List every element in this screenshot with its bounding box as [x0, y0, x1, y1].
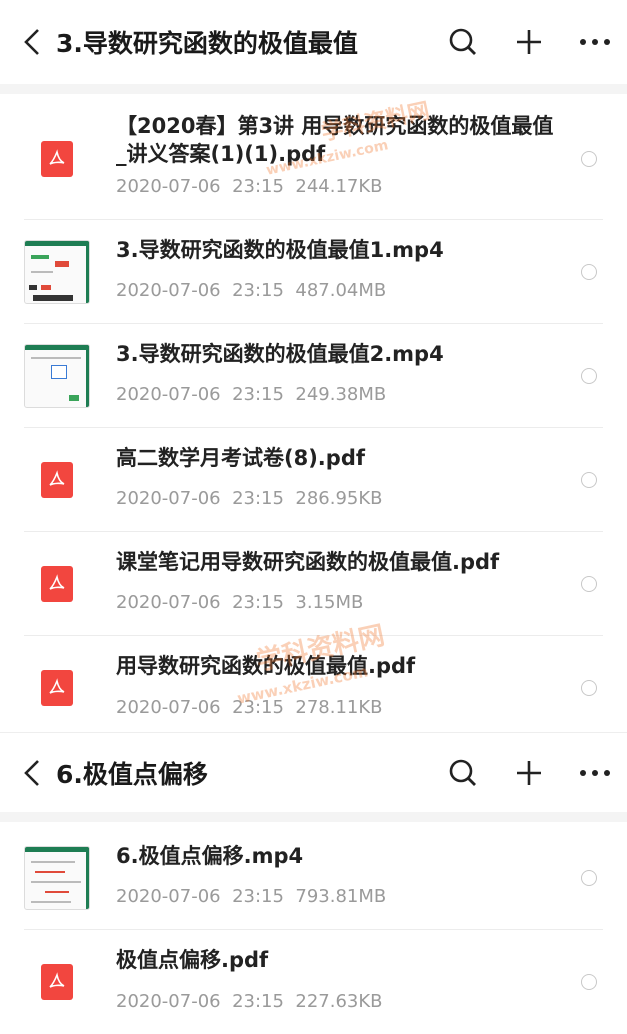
file-thumbnail [24, 447, 90, 513]
plus-icon[interactable] [509, 22, 549, 62]
file-thumbnail [24, 343, 90, 409]
file-name: 用导数研究函数的极值最值.pdf [116, 654, 416, 678]
pdf-icon [41, 565, 73, 602]
folder-title: 6.极值点偏移 [56, 760, 208, 789]
file-meta: 2020-07-06 23:15 286.95KB [116, 488, 383, 509]
select-radio[interactable] [581, 367, 597, 384]
select-radio[interactable] [581, 263, 597, 280]
file-thumbnail [24, 126, 90, 192]
select-radio[interactable] [581, 869, 597, 886]
search-icon[interactable] [443, 753, 483, 793]
list-item[interactable]: 3.导数研究函数的极值最值2.mp4 2020-07-06 23:15 249.… [24, 324, 603, 428]
file-name: 3.导数研究函数的极值最值1.mp4 [116, 238, 444, 262]
file-name: 极值点偏移.pdf [116, 948, 269, 972]
select-radio[interactable] [581, 974, 597, 990]
file-meta: 2020-07-06 23:15 793.81MB [116, 886, 387, 907]
divider [0, 812, 627, 822]
more-icon[interactable] [575, 753, 615, 793]
list-item[interactable]: 【2020春】第3讲 用导数研究函数的极值最值_讲义答案(1)(1).pdf 2… [24, 98, 603, 220]
file-meta: 2020-07-06 23:15 227.63KB [116, 991, 383, 1012]
more-icon[interactable] [575, 22, 615, 62]
file-name: 3.导数研究函数的极值最值2.mp4 [116, 342, 444, 366]
list-item[interactable]: 用导数研究函数的极值最值.pdf 2020-07-06 23:15 278.11… [24, 636, 603, 740]
file-name: 6.极值点偏移.mp4 [116, 844, 304, 868]
list-item[interactable]: 高二数学月考试卷(8).pdf 2020-07-06 23:15 286.95K… [24, 428, 603, 532]
back-arrow-icon[interactable] [14, 753, 50, 793]
pdf-icon [41, 670, 73, 706]
back-arrow-icon[interactable] [14, 22, 50, 62]
list-item[interactable]: 课堂笔记用导数研究函数的极值最值.pdf 2020-07-06 23:15 3.… [24, 532, 603, 636]
file-meta: 2020-07-06 23:15 487.04MB [116, 280, 387, 301]
header-second: 6.极值点偏移 [0, 732, 627, 813]
video-thumbnail [24, 343, 90, 408]
pdf-icon [41, 461, 73, 498]
file-meta: 2020-07-06 23:15 244.17KB [116, 176, 383, 197]
folder-title: 3.导数研究函数的极值最值 [56, 29, 358, 58]
file-meta: 2020-07-06 23:15 278.11KB [116, 697, 383, 718]
video-thumbnail [24, 239, 90, 304]
file-thumbnail [24, 655, 90, 721]
file-name: 高二数学月考试卷(8).pdf [116, 446, 365, 470]
search-icon[interactable] [443, 22, 483, 62]
file-list: 【2020春】第3讲 用导数研究函数的极值最值_讲义答案(1)(1).pdf 2… [0, 98, 627, 740]
file-list: 6.极值点偏移.mp4 2020-07-06 23:15 793.81MB 极值… [0, 826, 627, 1034]
select-radio[interactable] [581, 471, 597, 488]
file-name: 【2020春】第3讲 用导数研究函数的极值最值_讲义答案(1)(1).pdf [116, 114, 554, 166]
header-top: 3.导数研究函数的极值最值 [0, 0, 627, 84]
video-thumbnail [24, 845, 90, 910]
pdf-icon [41, 140, 73, 177]
select-radio[interactable] [581, 680, 597, 696]
file-thumbnail [24, 239, 90, 305]
file-thumbnail [24, 949, 90, 1015]
file-meta: 2020-07-06 23:15 249.38MB [116, 384, 387, 405]
file-name: 课堂笔记用导数研究函数的极值最值.pdf [116, 550, 500, 574]
pdf-icon [41, 964, 73, 1000]
list-item[interactable]: 极值点偏移.pdf 2020-07-06 23:15 227.63KB [24, 930, 603, 1034]
select-radio[interactable] [581, 575, 597, 592]
file-meta: 2020-07-06 23:15 3.15MB [116, 592, 364, 613]
file-thumbnail [24, 845, 90, 911]
select-radio[interactable] [581, 150, 597, 167]
divider [0, 84, 627, 94]
file-thumbnail [24, 551, 90, 617]
plus-icon[interactable] [509, 753, 549, 793]
list-item[interactable]: 6.极值点偏移.mp4 2020-07-06 23:15 793.81MB [24, 826, 603, 930]
list-item[interactable]: 3.导数研究函数的极值最值1.mp4 2020-07-06 23:15 487.… [24, 220, 603, 324]
